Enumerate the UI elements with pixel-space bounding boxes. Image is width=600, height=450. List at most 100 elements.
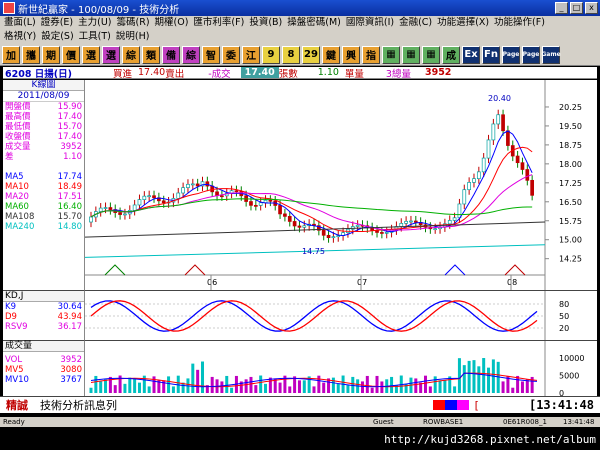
menu-item[interactable]: 功能操作(F): [494, 17, 545, 28]
volume-bar: [453, 386, 457, 393]
volume-bar: [467, 360, 471, 393]
menu-item[interactable]: 畫面(L): [4, 17, 36, 28]
candle-body: [530, 179, 535, 196]
toolbar-button[interactable]: 加: [2, 45, 20, 64]
menu-item[interactable]: 匯市利率(F): [193, 17, 244, 28]
toolbar-button[interactable]: 選: [102, 45, 120, 64]
menu-item[interactable]: 國際資訊(I): [346, 17, 394, 28]
indicator-name: MA108: [5, 212, 35, 222]
toolbar-button[interactable]: 價: [62, 45, 80, 64]
session-code: 0E61R008_1: [503, 418, 547, 426]
change-value: 1.10: [317, 67, 339, 78]
toolbar-button[interactable]: Page: [522, 45, 540, 64]
menu-item[interactable]: 金融(C): [399, 17, 432, 28]
menu-item[interactable]: 格視(Y): [4, 31, 36, 42]
menu-item[interactable]: 工具(T): [79, 31, 111, 42]
indicator-row: MA5 17.74: [3, 172, 84, 182]
toolbar-button[interactable]: 委: [222, 45, 240, 64]
toolbar-button[interactable]: Ex: [462, 45, 480, 64]
menu-item[interactable]: 說明(H): [116, 31, 150, 42]
volume-bar: [428, 386, 432, 393]
candle-body: [506, 130, 510, 146]
low-label: 14.75: [302, 247, 325, 256]
indicator-row: [3, 162, 84, 172]
toolbar-button[interactable]: 興: [342, 45, 360, 64]
toolbar-button[interactable]: 成: [442, 45, 460, 64]
toolbar-button[interactable]: 江: [242, 45, 260, 64]
indicator-name: MA10: [5, 182, 29, 192]
candle-body: [457, 203, 462, 219]
volume-bar: [133, 378, 137, 393]
candle-body: [152, 195, 156, 199]
candle-body: [263, 199, 268, 204]
unit-label: 單量: [344, 68, 364, 80]
toolbar-button[interactable]: Fn: [482, 45, 500, 64]
menu-item[interactable]: 證券(E): [41, 17, 73, 28]
menu-item[interactable]: 設定(S): [41, 31, 73, 42]
toolbar-button[interactable]: 期: [42, 45, 60, 64]
candle-body: [249, 201, 253, 206]
menu-item[interactable]: 投資(B): [249, 17, 282, 28]
clock: 13:41:48: [536, 398, 594, 412]
toolbar-button[interactable]: 備: [162, 45, 180, 64]
candle-body: [253, 205, 258, 207]
close-button[interactable]: x: [585, 2, 598, 14]
indicator-row: K9 30.64: [3, 302, 84, 312]
candle-body: [186, 183, 190, 189]
kd-chart[interactable]: 80 50 20: [85, 290, 597, 341]
candle-body: [302, 225, 307, 228]
candle-body: [462, 189, 467, 205]
toolbar-button[interactable]: 攜: [22, 45, 40, 64]
toolbar-button[interactable]: 指: [362, 45, 380, 64]
toolbar-button[interactable]: ▦: [382, 45, 400, 64]
candle-body: [234, 190, 239, 193]
toolbar-button[interactable]: 類: [142, 45, 160, 64]
price-chart[interactable]: 20.25 19.50 18.75 18.00 17.25 16.50 15.75 15.00…: [84, 80, 597, 290]
toolbar-button[interactable]: Game: [541, 45, 561, 64]
volume-bar: [249, 376, 253, 393]
toolbar-button[interactable]: 8: [282, 45, 300, 64]
toolbar-button[interactable]: 29: [302, 45, 320, 64]
toolbar-button[interactable]: 選: [82, 45, 100, 64]
indicator-row: 最高價 17.40: [3, 112, 84, 122]
menu-item[interactable]: 籌碼(R): [117, 17, 150, 28]
indicator-value: 15.70: [57, 122, 82, 132]
candle-body: [355, 224, 360, 227]
candle-body: [268, 199, 273, 202]
volume-bar: [264, 383, 268, 393]
candle-body: [520, 162, 525, 170]
toolbar-button[interactable]: 鍵: [322, 45, 340, 64]
volume-chart[interactable]: 10000 5000 0: [85, 340, 597, 398]
brand-label: 精誠: [6, 399, 28, 412]
candle-body: [287, 216, 292, 222]
indicator-value: 3952: [60, 355, 82, 365]
maximize-button[interactable]: □: [570, 2, 583, 14]
indicator-name: MV5: [5, 365, 24, 375]
volume-bar: [196, 369, 200, 393]
title-bar: 新世紀贏家 - 100/08/09 - 技術分析 _ □ x: [0, 0, 600, 16]
toolbar-button[interactable]: 綜: [122, 45, 140, 64]
menu-item[interactable]: 主力(U): [78, 17, 111, 28]
volume-bar: [365, 375, 369, 393]
menu-item[interactable]: 功能選擇(X): [437, 17, 489, 28]
volume-bar: [244, 379, 248, 393]
toolbar-button[interactable]: 綜: [182, 45, 200, 64]
volume-bar: [501, 381, 505, 393]
indicator-value: 1.10: [63, 152, 82, 162]
volume-chart-svg: 1000050000: [89, 341, 584, 398]
indicator-row: VOL 3952: [3, 355, 84, 365]
toolbar-button[interactable]: ▦: [422, 45, 440, 64]
menu-item[interactable]: 操盤密碼(M): [287, 17, 341, 28]
toolbar-button[interactable]: Page: [502, 45, 520, 64]
moving-average-line: [90, 130, 533, 237]
minimize-button[interactable]: _: [555, 2, 568, 14]
indicator-name: K9: [5, 302, 16, 312]
toolbar-button[interactable]: 智: [202, 45, 220, 64]
indicator-value: 30.64: [57, 302, 82, 312]
volume-bar: [438, 380, 442, 393]
toolbar-button[interactable]: 9: [262, 45, 280, 64]
menu-item[interactable]: 期權(O): [155, 17, 189, 28]
price-tick-label: 16.50: [559, 198, 582, 207]
price-tick-label: 20.25: [559, 103, 582, 112]
toolbar-button[interactable]: ▦: [402, 45, 420, 64]
